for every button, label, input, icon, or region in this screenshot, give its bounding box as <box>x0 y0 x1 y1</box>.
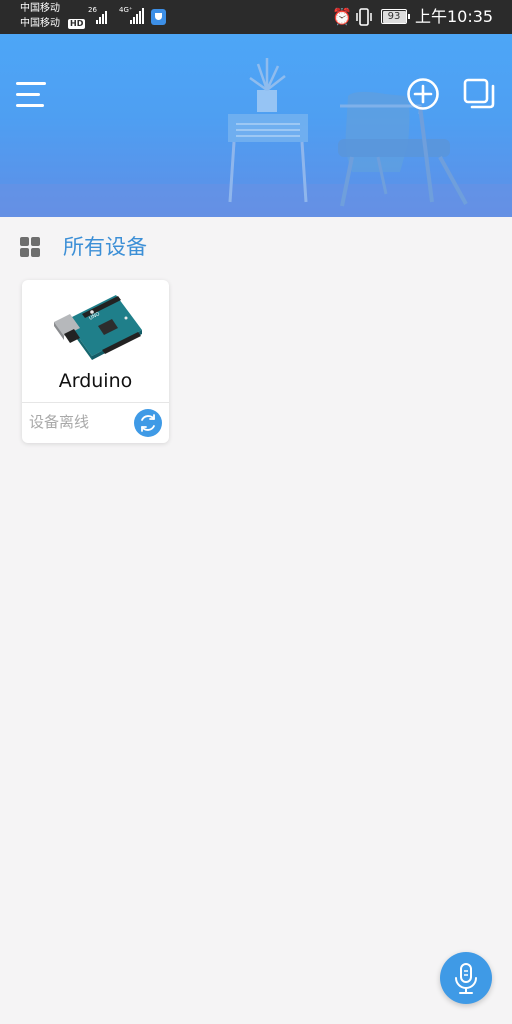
card-divider <box>22 402 169 403</box>
add-circle-icon <box>407 78 439 110</box>
refresh-button[interactable] <box>134 409 162 437</box>
copy-icon <box>463 78 495 109</box>
device-status: 设备离线 <box>29 413 90 431</box>
menu-button[interactable] <box>16 82 46 108</box>
battery-icon: 93 <box>381 9 410 24</box>
battery-level: 93 <box>382 10 406 23</box>
status-time: 上午10:35 <box>415 7 494 26</box>
section-title: 所有设备 <box>63 235 147 259</box>
hamburger-line <box>16 104 44 107</box>
grid-icon <box>20 237 40 257</box>
signal-icon <box>96 8 107 24</box>
signal-icon <box>130 8 144 24</box>
device-card[interactable]: UNO Arduino 设备离线 <box>22 280 169 443</box>
device-name: Arduino <box>58 370 133 392</box>
microphone-icon <box>455 963 477 994</box>
carrier-2-label: 中国移动 <box>20 18 60 29</box>
add-device-button[interactable] <box>406 77 440 111</box>
refresh-icon <box>141 414 155 432</box>
hd-badge: HD <box>68 19 86 29</box>
arduino-board-image: UNO <box>54 295 142 360</box>
alarm-icon: ⏰ <box>332 7 352 26</box>
header-illustration <box>0 58 512 217</box>
hamburger-line <box>16 93 40 96</box>
hamburger-menu-icon <box>16 82 46 85</box>
vibrate-icon <box>356 8 372 26</box>
voice-input-button[interactable] <box>440 952 492 1004</box>
header-banner <box>0 34 512 217</box>
shield-app-icon <box>151 9 166 25</box>
status-bar: 中国移动 中国移动 HD 26 4G⁺ ⏰ 93 上午10:35 <box>0 0 512 34</box>
multi-window-button[interactable] <box>462 77 496 111</box>
carrier-1-label: 中国移动 <box>20 3 60 14</box>
